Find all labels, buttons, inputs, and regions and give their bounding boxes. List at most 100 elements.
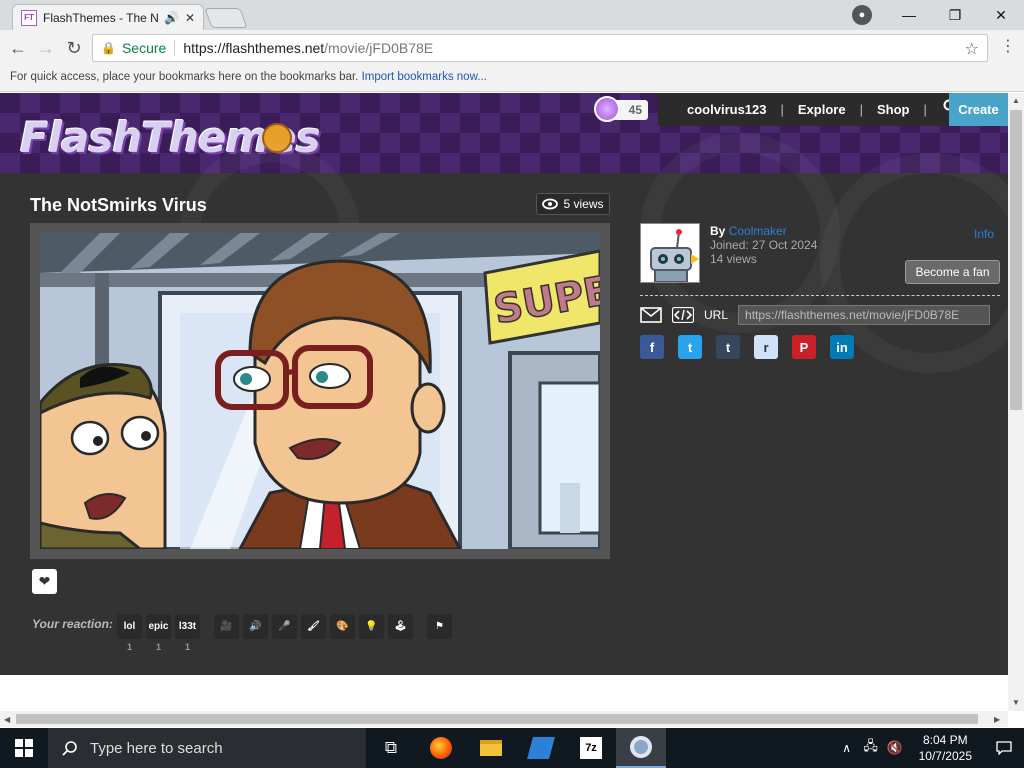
taskbar-search-placeholder: Type here to search (90, 739, 223, 757)
share-url-input[interactable]: https://flashthemes.net/movie/jFD0B78E (738, 305, 991, 325)
pinterest-icon[interactable]: P (792, 335, 816, 359)
social-share-row: f t t r P in (640, 335, 854, 359)
taskbar-search-box[interactable]: Type here to search (48, 728, 366, 768)
reaction-label-epic: epic (148, 621, 169, 632)
menu-dots-icon[interactable]: ⋮ (1000, 36, 1016, 56)
camera-icon[interactable]: 🎥 (214, 614, 239, 639)
reaction-count: 1 (184, 642, 190, 652)
volume-muted-icon[interactable]: 🔇 (883, 728, 907, 768)
author-views: 14 views (710, 252, 757, 266)
author-avatar[interactable] (640, 223, 700, 283)
import-bookmarks-link[interactable]: Import bookmarks now... (362, 71, 487, 83)
url-path: /movie/jFD0B78E (324, 40, 434, 56)
bookmarks-bar: For quick access, place your bookmarks h… (0, 66, 1024, 92)
linkedin-icon[interactable]: in (830, 335, 854, 359)
notification-icon[interactable] (984, 728, 1024, 768)
close-window-button[interactable]: ✕ (978, 0, 1024, 30)
address-bar[interactable]: 🔒 Secure https://flashthemes.net/movie/j… (92, 34, 988, 62)
vscode-icon[interactable] (516, 728, 566, 768)
scroll-right-arrow-icon[interactable]: ▶ (994, 715, 1000, 724)
author-joined: Joined: 27 Oct 2024 (710, 238, 818, 252)
twitter-icon[interactable]: t (678, 335, 702, 359)
movie-title: The NotSmirks Virus (30, 195, 207, 215)
reaction-bar: lol 1 epic 1 l33t 1 🎥 🔊 🎤 🖌 🎨 💡 🕹 ⚑ (117, 614, 452, 652)
video-player[interactable]: SUPE (30, 223, 610, 559)
firefox-icon[interactable] (416, 728, 466, 768)
site-header: FlashThemes 45 coolvirus123 | Explore | … (0, 93, 1008, 173)
nav-username[interactable]: coolvirus123 (673, 102, 781, 117)
palette-icon[interactable]: 🎨 (330, 614, 355, 639)
by-label: By (710, 224, 726, 238)
file-explorer-icon[interactable] (466, 728, 516, 768)
top-nav: coolvirus123 | Explore | Shop | (658, 93, 975, 126)
secure-label: Secure (121, 40, 167, 56)
horizontal-scroll-thumb[interactable] (16, 714, 978, 724)
clock-date: 10/7/2025 (918, 749, 972, 763)
author-info: By Coolmaker Joined: 27 Oct 2024 14 view… (710, 224, 817, 266)
views-count: 5 views (563, 197, 604, 211)
brush-icon[interactable]: 🖌 (301, 614, 326, 639)
tab-title: FlashThemes - The Nc (43, 10, 158, 25)
windows-start-icon[interactable] (0, 728, 48, 768)
network-icon[interactable]: 🖧 (859, 728, 883, 768)
bookmark-star-icon[interactable]: ☆ (965, 39, 979, 59)
email-icon[interactable] (640, 307, 662, 323)
facebook-icon[interactable]: f (640, 335, 664, 359)
favorite-heart-button[interactable]: ❤ (32, 569, 57, 594)
coin-badge[interactable]: 45 (594, 96, 648, 122)
reaction-epic-button[interactable]: epic 1 (146, 614, 171, 652)
reload-icon[interactable]: ↻ (62, 36, 86, 60)
search-icon (62, 741, 77, 756)
share-url-row: URL https://flashthemes.net/movie/jFD0B7… (640, 305, 991, 325)
nav-explore[interactable]: Explore (784, 102, 860, 117)
scroll-left-arrow-icon[interactable]: ◀ (4, 715, 10, 724)
coin-icon (594, 96, 620, 122)
robot-avatar-icon (641, 224, 699, 282)
reaction-label-l33t: l33t (178, 621, 197, 632)
nav-shop[interactable]: Shop (863, 102, 924, 117)
speaker-icon[interactable]: 🔊 (164, 11, 179, 25)
favicon-icon: FT (21, 9, 37, 26)
movie-section: The NotSmirks Virus 5 views SUPE ❤ Your … (0, 133, 1008, 675)
tumblr-icon[interactable]: t (716, 335, 740, 359)
microphone-icon[interactable]: 🎤 (272, 614, 297, 639)
back-arrow-icon[interactable]: ← (6, 36, 30, 60)
minimize-button[interactable]: — (886, 0, 932, 30)
reaction-l33t-button[interactable]: l33t 1 (175, 614, 200, 652)
close-tab-icon[interactable]: ✕ (185, 11, 195, 25)
reaction-count: 1 (155, 642, 161, 652)
flag-icon[interactable]: ⚑ (427, 614, 452, 639)
forward-arrow-icon[interactable]: → (34, 36, 58, 60)
reaction-lol-button[interactable]: lol 1 (117, 614, 142, 652)
taskbar-clock[interactable]: 8:04 PM 10/7/2025 (907, 732, 984, 764)
new-tab-button[interactable] (204, 8, 248, 28)
browser-toolbar: ← → ↻ 🔒 Secure https://flashthemes.net/m… (0, 30, 1024, 66)
scroll-up-arrow-icon[interactable]: ▲ (1012, 96, 1020, 105)
speaker-icon[interactable]: 🔊 (243, 614, 268, 639)
chrome-icon[interactable] (616, 728, 666, 768)
url-host: https://flashthemes.net (183, 40, 325, 56)
divider (174, 40, 176, 56)
embed-code-icon[interactable] (672, 307, 694, 323)
page-viewport: FlashThemes 45 coolvirus123 | Explore | … (0, 93, 1008, 711)
author-name-link[interactable]: Coolmaker (729, 224, 787, 238)
task-view-icon[interactable]: ⧉ (366, 728, 416, 768)
clock-time: 8:04 PM (922, 733, 968, 747)
sevenzip-icon[interactable]: 7z (566, 728, 616, 768)
browser-tab[interactable]: FT FlashThemes - The Nc 🔊 ✕ (12, 4, 204, 30)
lightbulb-icon[interactable]: 💡 (359, 614, 384, 639)
video-frame[interactable]: SUPE (40, 233, 600, 549)
bookmarks-hint: For quick access, place your bookmarks h… (10, 71, 359, 83)
views-badge: 5 views (536, 193, 610, 215)
create-button[interactable]: Create (949, 93, 1008, 126)
become-fan-button[interactable]: Become a fan (905, 260, 1000, 284)
reddit-icon[interactable]: r (754, 335, 778, 359)
joystick-icon[interactable]: 🕹 (388, 614, 413, 639)
url-label: URL (704, 308, 729, 322)
maximize-button[interactable]: ❐ (932, 0, 978, 30)
author-info-link[interactable]: Info (974, 227, 994, 241)
chevron-up-icon[interactable]: ∧ (835, 728, 859, 768)
vertical-scroll-thumb[interactable] (1010, 110, 1022, 410)
scroll-down-arrow-icon[interactable]: ▼ (1012, 698, 1020, 707)
profile-icon[interactable]: ● (852, 5, 872, 25)
